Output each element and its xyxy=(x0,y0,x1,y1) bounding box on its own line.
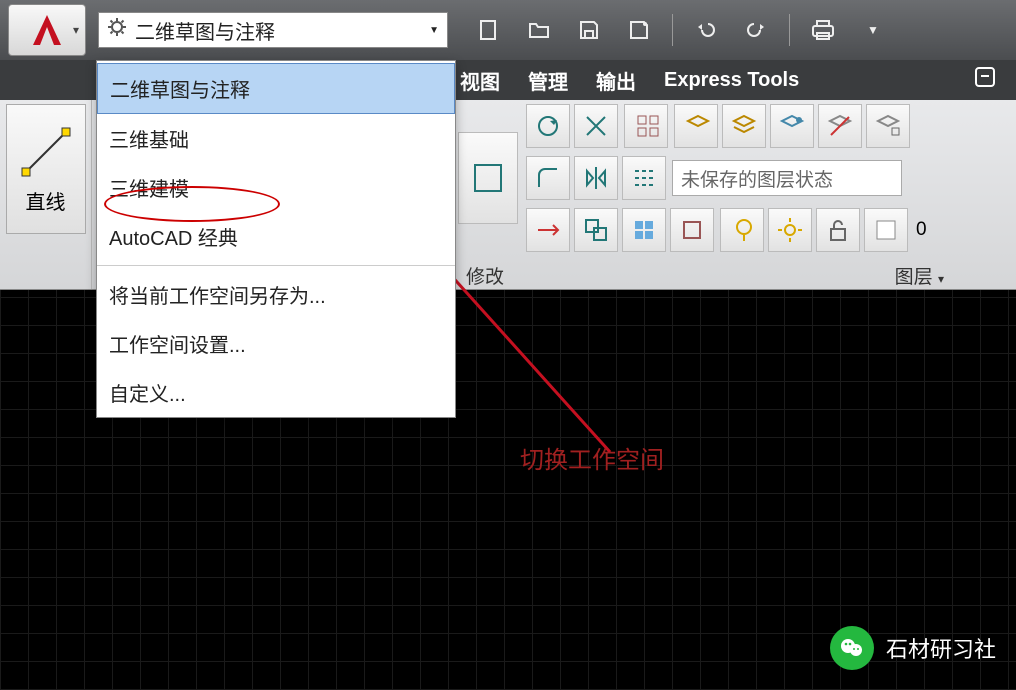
sun-icon[interactable] xyxy=(768,208,812,252)
scale-icon[interactable] xyxy=(574,208,618,252)
rotate-icon[interactable] xyxy=(526,104,570,148)
move-button[interactable] xyxy=(458,132,518,224)
tab-view[interactable]: 视图 xyxy=(460,66,500,95)
app-menu-button[interactable]: ▾ xyxy=(8,4,86,56)
title-bar: ▾ 二维草图与注释 ▼ ▼ xyxy=(0,0,1016,60)
layer-iso-icon[interactable] xyxy=(722,104,766,148)
layer-color-icon[interactable] xyxy=(864,208,908,252)
array-icon[interactable] xyxy=(624,104,668,148)
gear-icon xyxy=(107,17,127,43)
print-icon[interactable] xyxy=(806,16,840,44)
workspace-item-classic[interactable]: AutoCAD 经典 xyxy=(97,212,455,261)
panel-draw: 直线 xyxy=(0,100,92,289)
trim-icon[interactable] xyxy=(574,104,618,148)
layer-lock-icon[interactable] xyxy=(866,104,910,148)
undo-icon[interactable] xyxy=(689,16,723,44)
workspace-dropdown: 二维草图与注释 三维基础 三维建模 AutoCAD 经典 将当前工作空间另存为.… xyxy=(96,60,456,418)
saveas-icon[interactable] xyxy=(622,16,656,44)
annotation-text: 切换工作空间 xyxy=(520,440,664,475)
workspace-item-3d-modeling[interactable]: 三维建模 xyxy=(97,163,455,212)
workspace-selected-label: 二维草图与注释 xyxy=(135,16,275,45)
panel-toggle-icon[interactable] xyxy=(974,66,996,94)
line-tool-label: 直线 xyxy=(26,186,66,215)
tab-express[interactable]: Express Tools xyxy=(664,69,799,92)
redo-icon[interactable] xyxy=(739,16,773,44)
qat-chevron-icon[interactable]: ▼ xyxy=(856,16,890,44)
unlock-icon[interactable] xyxy=(816,208,860,252)
workspace-selector[interactable]: 二维草图与注释 ▼ xyxy=(98,12,448,48)
tab-output[interactable]: 输出 xyxy=(596,66,636,95)
workspace-item-3d-basics[interactable]: 三维基础 xyxy=(97,114,455,163)
workspace-settings[interactable]: 工作空间设置... xyxy=(97,319,455,368)
tab-manage[interactable]: 管理 xyxy=(528,66,568,95)
layer-freeze-icon[interactable] xyxy=(770,104,814,148)
new-icon[interactable] xyxy=(472,16,506,44)
fillet-icon[interactable] xyxy=(526,156,570,200)
bulb-icon[interactable] xyxy=(720,208,764,252)
chevron-down-icon: ▾ xyxy=(73,23,79,37)
layer-state-selector[interactable]: 未保存的图层状态 xyxy=(672,160,902,196)
stretch-icon[interactable] xyxy=(526,208,570,252)
dropdown-arrow-icon: ▼ xyxy=(429,25,439,36)
panel-layer-label[interactable]: 图层 ▾ xyxy=(895,262,1004,289)
layer-off-icon[interactable] xyxy=(818,104,862,148)
panel-modify-label[interactable]: 修改 xyxy=(466,262,504,289)
quick-access-toolbar: ▼ xyxy=(472,14,890,46)
open-icon[interactable] xyxy=(522,16,556,44)
layer-prop-icon[interactable] xyxy=(674,104,718,148)
mirror-icon[interactable] xyxy=(574,156,618,200)
layer-zero-label: 0 xyxy=(916,219,927,241)
layer-state-text: 未保存的图层状态 xyxy=(681,165,833,192)
line-tool-button[interactable]: 直线 xyxy=(6,104,86,234)
save-icon[interactable] xyxy=(572,16,606,44)
wechat-icon xyxy=(830,626,874,670)
workspace-item-2d[interactable]: 二维草图与注释 xyxy=(97,63,455,114)
watermark-text: 石材研习社 xyxy=(886,632,996,664)
workspace-customize[interactable]: 自定义... xyxy=(97,368,455,417)
erase-icon[interactable] xyxy=(670,208,714,252)
watermark: 石材研习社 xyxy=(830,626,996,670)
workspace-save-as[interactable]: 将当前工作空间另存为... xyxy=(97,270,455,319)
offset-icon[interactable] xyxy=(622,156,666,200)
explode-icon[interactable] xyxy=(622,208,666,252)
